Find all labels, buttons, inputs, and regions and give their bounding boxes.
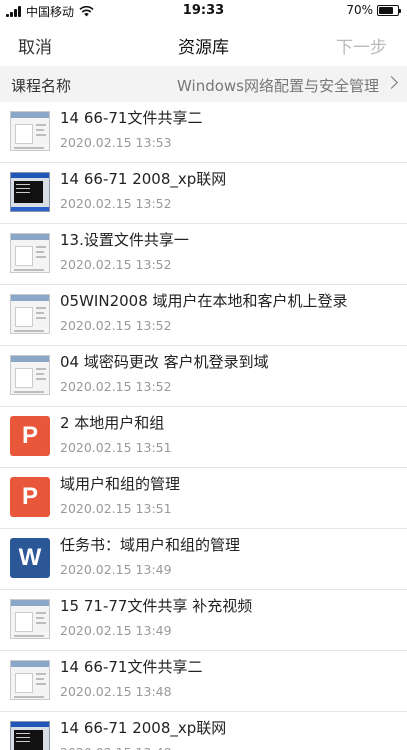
resource-list: 14 66-71文件共享二 2020.02.15 13:53 14 66-71 20… <box>0 102 407 750</box>
list-item[interactable]: 14 66-71文件共享二 2020.02.15 13:48 <box>0 651 407 712</box>
file-name: 14 66-71 2008_xp联网 <box>60 170 227 188</box>
file-name: 14 66-71文件共享二 <box>60 658 203 676</box>
file-date: 2020.02.15 13:49 <box>60 623 172 638</box>
powerpoint-icon: P <box>10 416 50 456</box>
file-date: 2020.02.15 13:51 <box>60 440 172 455</box>
file-name: 域用户和组的管理 <box>60 475 181 493</box>
video-thumbnail-icon <box>10 111 50 151</box>
battery-percent: 70% <box>346 3 373 17</box>
file-date: 2020.02.15 13:48 <box>60 745 172 750</box>
file-name: 2 本地用户和组 <box>60 414 165 432</box>
battery-icon <box>377 4 401 16</box>
list-item[interactable]: 05WIN2008 域用户在本地和客户机上登录 2020.02.15 13:52 <box>0 285 407 346</box>
file-date: 2020.02.15 13:52 <box>60 257 172 272</box>
video-thumbnail-icon <box>10 721 50 750</box>
course-label: 课程名称 <box>11 77 72 95</box>
file-name: 15 71-77文件共享 补充视频 <box>60 597 253 615</box>
list-item[interactable]: 14 66-71 2008_xp联网 2020.02.15 13:48 <box>0 712 407 750</box>
video-thumbnail-icon <box>10 172 50 212</box>
file-name: 14 66-71 2008_xp联网 <box>60 719 227 737</box>
list-item[interactable]: P 2 本地用户和组 2020.02.15 13:51 <box>0 407 407 468</box>
file-name: 14 66-71文件共享二 <box>60 109 203 127</box>
video-thumbnail-icon <box>10 294 50 334</box>
file-date: 2020.02.15 13:48 <box>60 684 172 699</box>
file-name: 05WIN2008 域用户在本地和客户机上登录 <box>60 292 348 310</box>
word-icon: W <box>10 538 50 578</box>
file-date: 2020.02.15 13:49 <box>60 562 172 577</box>
list-item[interactable]: 04 域密码更改 客户机登录到域 2020.02.15 13:52 <box>0 346 407 407</box>
list-item[interactable]: W 任务书：域用户和组的管理 2020.02.15 13:49 <box>0 529 407 590</box>
file-date: 2020.02.15 13:51 <box>60 501 172 516</box>
status-right: 70% <box>346 3 401 17</box>
course-selector[interactable]: 课程名称 Windows网络配置与安全管理 <box>0 66 407 102</box>
file-date: 2020.02.15 13:53 <box>60 135 172 150</box>
video-thumbnail-icon <box>10 233 50 273</box>
file-name: 13.设置文件共享一 <box>60 231 189 249</box>
list-item[interactable]: 14 66-71 2008_xp联网 2020.02.15 13:52 <box>0 163 407 224</box>
file-name: 04 域密码更改 客户机登录到域 <box>60 353 269 371</box>
video-thumbnail-icon <box>10 355 50 395</box>
list-item[interactable]: P 域用户和组的管理 2020.02.15 13:51 <box>0 468 407 529</box>
status-bar: 中国移动 19:33 70% <box>0 0 407 22</box>
file-date: 2020.02.15 13:52 <box>60 196 172 211</box>
navigation-bar: 取消 资源库 下一步 <box>0 22 407 66</box>
file-date: 2020.02.15 13:52 <box>60 379 172 394</box>
list-item[interactable]: 13.设置文件共享一 2020.02.15 13:52 <box>0 224 407 285</box>
video-thumbnail-icon <box>10 660 50 700</box>
powerpoint-icon: P <box>10 477 50 517</box>
course-value: Windows网络配置与安全管理 <box>177 77 379 95</box>
file-date: 2020.02.15 13:52 <box>60 318 172 333</box>
video-thumbnail-icon <box>10 599 50 639</box>
list-item[interactable]: 14 66-71文件共享二 2020.02.15 13:53 <box>0 102 407 163</box>
next-step-button[interactable]: 下一步 <box>336 33 387 58</box>
chevron-right-icon <box>385 76 398 89</box>
list-item[interactable]: 15 71-77文件共享 补充视频 2020.02.15 13:49 <box>0 590 407 651</box>
file-name: 任务书：域用户和组的管理 <box>60 536 241 554</box>
